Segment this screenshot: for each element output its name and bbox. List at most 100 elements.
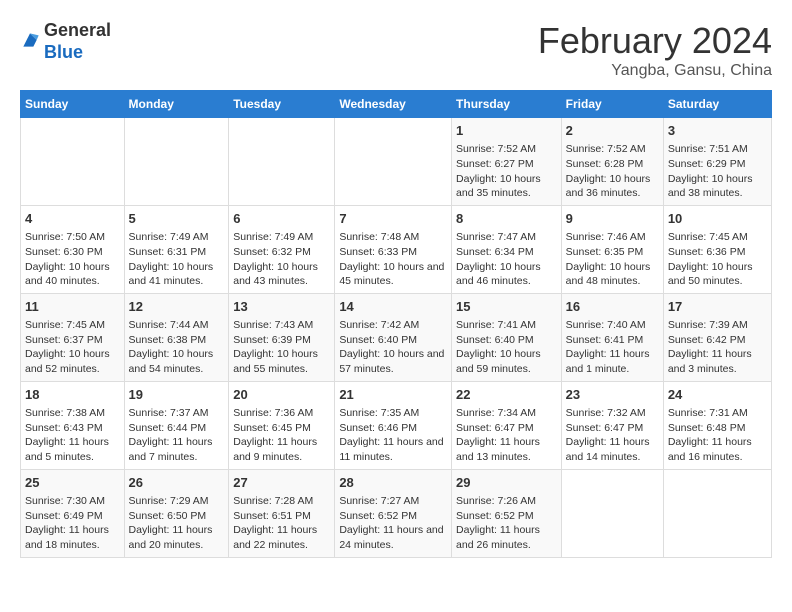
day-info-line: Sunrise: 7:50 AM (25, 230, 120, 245)
day-info-line: Sunset: 6:50 PM (129, 509, 225, 524)
day-info-line: Daylight: 10 hours and 46 minutes. (456, 260, 557, 289)
day-info-line: Daylight: 10 hours and 54 minutes. (129, 347, 225, 376)
day-info-line: Sunset: 6:51 PM (233, 509, 330, 524)
calendar-cell: 8 Sunrise: 7:47 AMSunset: 6:34 PMDaylight… (452, 205, 562, 293)
day-info-line: Daylight: 11 hours and 24 minutes. (339, 523, 447, 552)
day-number: 28 (339, 474, 447, 492)
day-info-line: Sunset: 6:34 PM (456, 245, 557, 260)
day-info-line: Daylight: 11 hours and 16 minutes. (668, 435, 767, 464)
day-info-line: Daylight: 11 hours and 26 minutes. (456, 523, 557, 552)
day-info-line: Sunset: 6:29 PM (668, 157, 767, 172)
day-info-line: Sunrise: 7:29 AM (129, 494, 225, 509)
day-info-line: Daylight: 10 hours and 36 minutes. (566, 172, 659, 201)
calendar-cell (663, 469, 771, 557)
day-info-line: Sunrise: 7:36 AM (233, 406, 330, 421)
day-info-line: Daylight: 10 hours and 48 minutes. (566, 260, 659, 289)
day-info-line: Sunrise: 7:49 AM (233, 230, 330, 245)
calendar-cell: 21Sunrise: 7:35 AMSunset: 6:46 PMDayligh… (335, 381, 452, 469)
location-title: Yangba, Gansu, China (538, 62, 772, 80)
logo-general-text: General (44, 20, 111, 42)
day-info-line: Sunset: 6:39 PM (233, 333, 330, 348)
day-info-line: Daylight: 11 hours and 5 minutes. (25, 435, 120, 464)
calendar-cell (229, 118, 335, 206)
week-row-4: 18Sunrise: 7:38 AMSunset: 6:43 PMDayligh… (21, 381, 772, 469)
day-info-line: Sunrise: 7:48 AM (339, 230, 447, 245)
calendar-cell: 2Sunrise: 7:52 AMSunset: 6:28 PMDaylight… (561, 118, 663, 206)
day-info-line: Sunrise: 7:45 AM (668, 230, 767, 245)
calendar-cell: 14Sunrise: 7:42 AMSunset: 6:40 PMDayligh… (335, 293, 452, 381)
day-info-line: Daylight: 11 hours and 13 minutes. (456, 435, 557, 464)
day-info-line: Sunset: 6:41 PM (566, 333, 659, 348)
day-info-line: Daylight: 10 hours and 52 minutes. (25, 347, 120, 376)
day-info-line: Daylight: 10 hours and 35 minutes. (456, 172, 557, 201)
day-info-line: Sunrise: 7:41 AM (456, 318, 557, 333)
day-number: 26 (129, 474, 225, 492)
calendar-cell: 9Sunrise: 7:46 AMSunset: 6:35 PMDaylight… (561, 205, 663, 293)
day-number: 19 (129, 386, 225, 404)
day-info-line: Sunrise: 7:26 AM (456, 494, 557, 509)
day-number: 21 (339, 386, 447, 404)
day-number: 8 (456, 210, 557, 228)
weekday-header-tuesday: Tuesday (229, 91, 335, 118)
calendar-cell: 26Sunrise: 7:29 AMSunset: 6:50 PMDayligh… (124, 469, 229, 557)
day-info-line: Sunrise: 7:35 AM (339, 406, 447, 421)
calendar-cell (335, 118, 452, 206)
day-info-line: Sunrise: 7:38 AM (25, 406, 120, 421)
calendar-cell: 7Sunrise: 7:48 AMSunset: 6:33 PMDaylight… (335, 205, 452, 293)
day-info-line: Sunset: 6:43 PM (25, 421, 120, 436)
calendar-cell: 15Sunrise: 7:41 AMSunset: 6:40 PMDayligh… (452, 293, 562, 381)
day-info-line: Sunrise: 7:40 AM (566, 318, 659, 333)
week-row-3: 11Sunrise: 7:45 AMSunset: 6:37 PMDayligh… (21, 293, 772, 381)
day-info-line: Daylight: 11 hours and 22 minutes. (233, 523, 330, 552)
day-info-line: Sunset: 6:45 PM (233, 421, 330, 436)
day-info-line: Sunrise: 7:51 AM (668, 142, 767, 157)
day-info-line: Daylight: 11 hours and 11 minutes. (339, 435, 447, 464)
day-info-line: Daylight: 11 hours and 9 minutes. (233, 435, 330, 464)
day-info-line: Sunset: 6:49 PM (25, 509, 120, 524)
day-info-line: Sunrise: 7:43 AM (233, 318, 330, 333)
day-info-line: Daylight: 11 hours and 18 minutes. (25, 523, 120, 552)
day-info-line: Sunset: 6:40 PM (339, 333, 447, 348)
day-info-line: Sunset: 6:33 PM (339, 245, 447, 260)
page-header: General Blue February 2024 Yangba, Gansu… (20, 20, 772, 80)
day-info-line: Sunset: 6:30 PM (25, 245, 120, 260)
calendar-cell: 18Sunrise: 7:38 AMSunset: 6:43 PMDayligh… (21, 381, 125, 469)
day-number: 11 (25, 298, 120, 316)
calendar-cell: 10Sunrise: 7:45 AMSunset: 6:36 PMDayligh… (663, 205, 771, 293)
title-block: February 2024 Yangba, Gansu, China (538, 20, 772, 80)
calendar-cell: 19Sunrise: 7:37 AMSunset: 6:44 PMDayligh… (124, 381, 229, 469)
weekday-header-row: SundayMondayTuesdayWednesdayThursdayFrid… (21, 91, 772, 118)
weekday-header-friday: Friday (561, 91, 663, 118)
calendar-cell: 25Sunrise: 7:30 AMSunset: 6:49 PMDayligh… (21, 469, 125, 557)
calendar-cell: 11Sunrise: 7:45 AMSunset: 6:37 PMDayligh… (21, 293, 125, 381)
logo-blue-text: Blue (44, 42, 111, 64)
day-number: 22 (456, 386, 557, 404)
day-info-line: Sunset: 6:52 PM (339, 509, 447, 524)
logo: General Blue (20, 20, 111, 63)
logo-text: General Blue (44, 20, 111, 63)
day-number: 2 (566, 122, 659, 140)
day-number: 3 (668, 122, 767, 140)
day-info-line: Sunrise: 7:30 AM (25, 494, 120, 509)
day-info-line: Sunset: 6:31 PM (129, 245, 225, 260)
day-info-line: Sunrise: 7:46 AM (566, 230, 659, 245)
day-number: 27 (233, 474, 330, 492)
day-info-line: Sunrise: 7:47 AM (456, 230, 557, 245)
calendar-cell: 23Sunrise: 7:32 AMSunset: 6:47 PMDayligh… (561, 381, 663, 469)
day-info-line: Sunset: 6:38 PM (129, 333, 225, 348)
day-info-line: Sunrise: 7:44 AM (129, 318, 225, 333)
day-info-line: Daylight: 10 hours and 50 minutes. (668, 260, 767, 289)
calendar-table: SundayMondayTuesdayWednesdayThursdayFrid… (20, 90, 772, 558)
day-info-line: Daylight: 10 hours and 40 minutes. (25, 260, 120, 289)
day-number: 1 (456, 122, 557, 140)
day-info-line: Sunrise: 7:37 AM (129, 406, 225, 421)
day-number: 7 (339, 210, 447, 228)
day-number: 6 (233, 210, 330, 228)
weekday-header-monday: Monday (124, 91, 229, 118)
day-info-line: Sunset: 6:28 PM (566, 157, 659, 172)
calendar-cell: 20Sunrise: 7:36 AMSunset: 6:45 PMDayligh… (229, 381, 335, 469)
calendar-cell: 1Sunrise: 7:52 AMSunset: 6:27 PMDaylight… (452, 118, 562, 206)
day-info-line: Daylight: 10 hours and 57 minutes. (339, 347, 447, 376)
day-info-line: Sunset: 6:47 PM (456, 421, 557, 436)
week-row-5: 25Sunrise: 7:30 AMSunset: 6:49 PMDayligh… (21, 469, 772, 557)
